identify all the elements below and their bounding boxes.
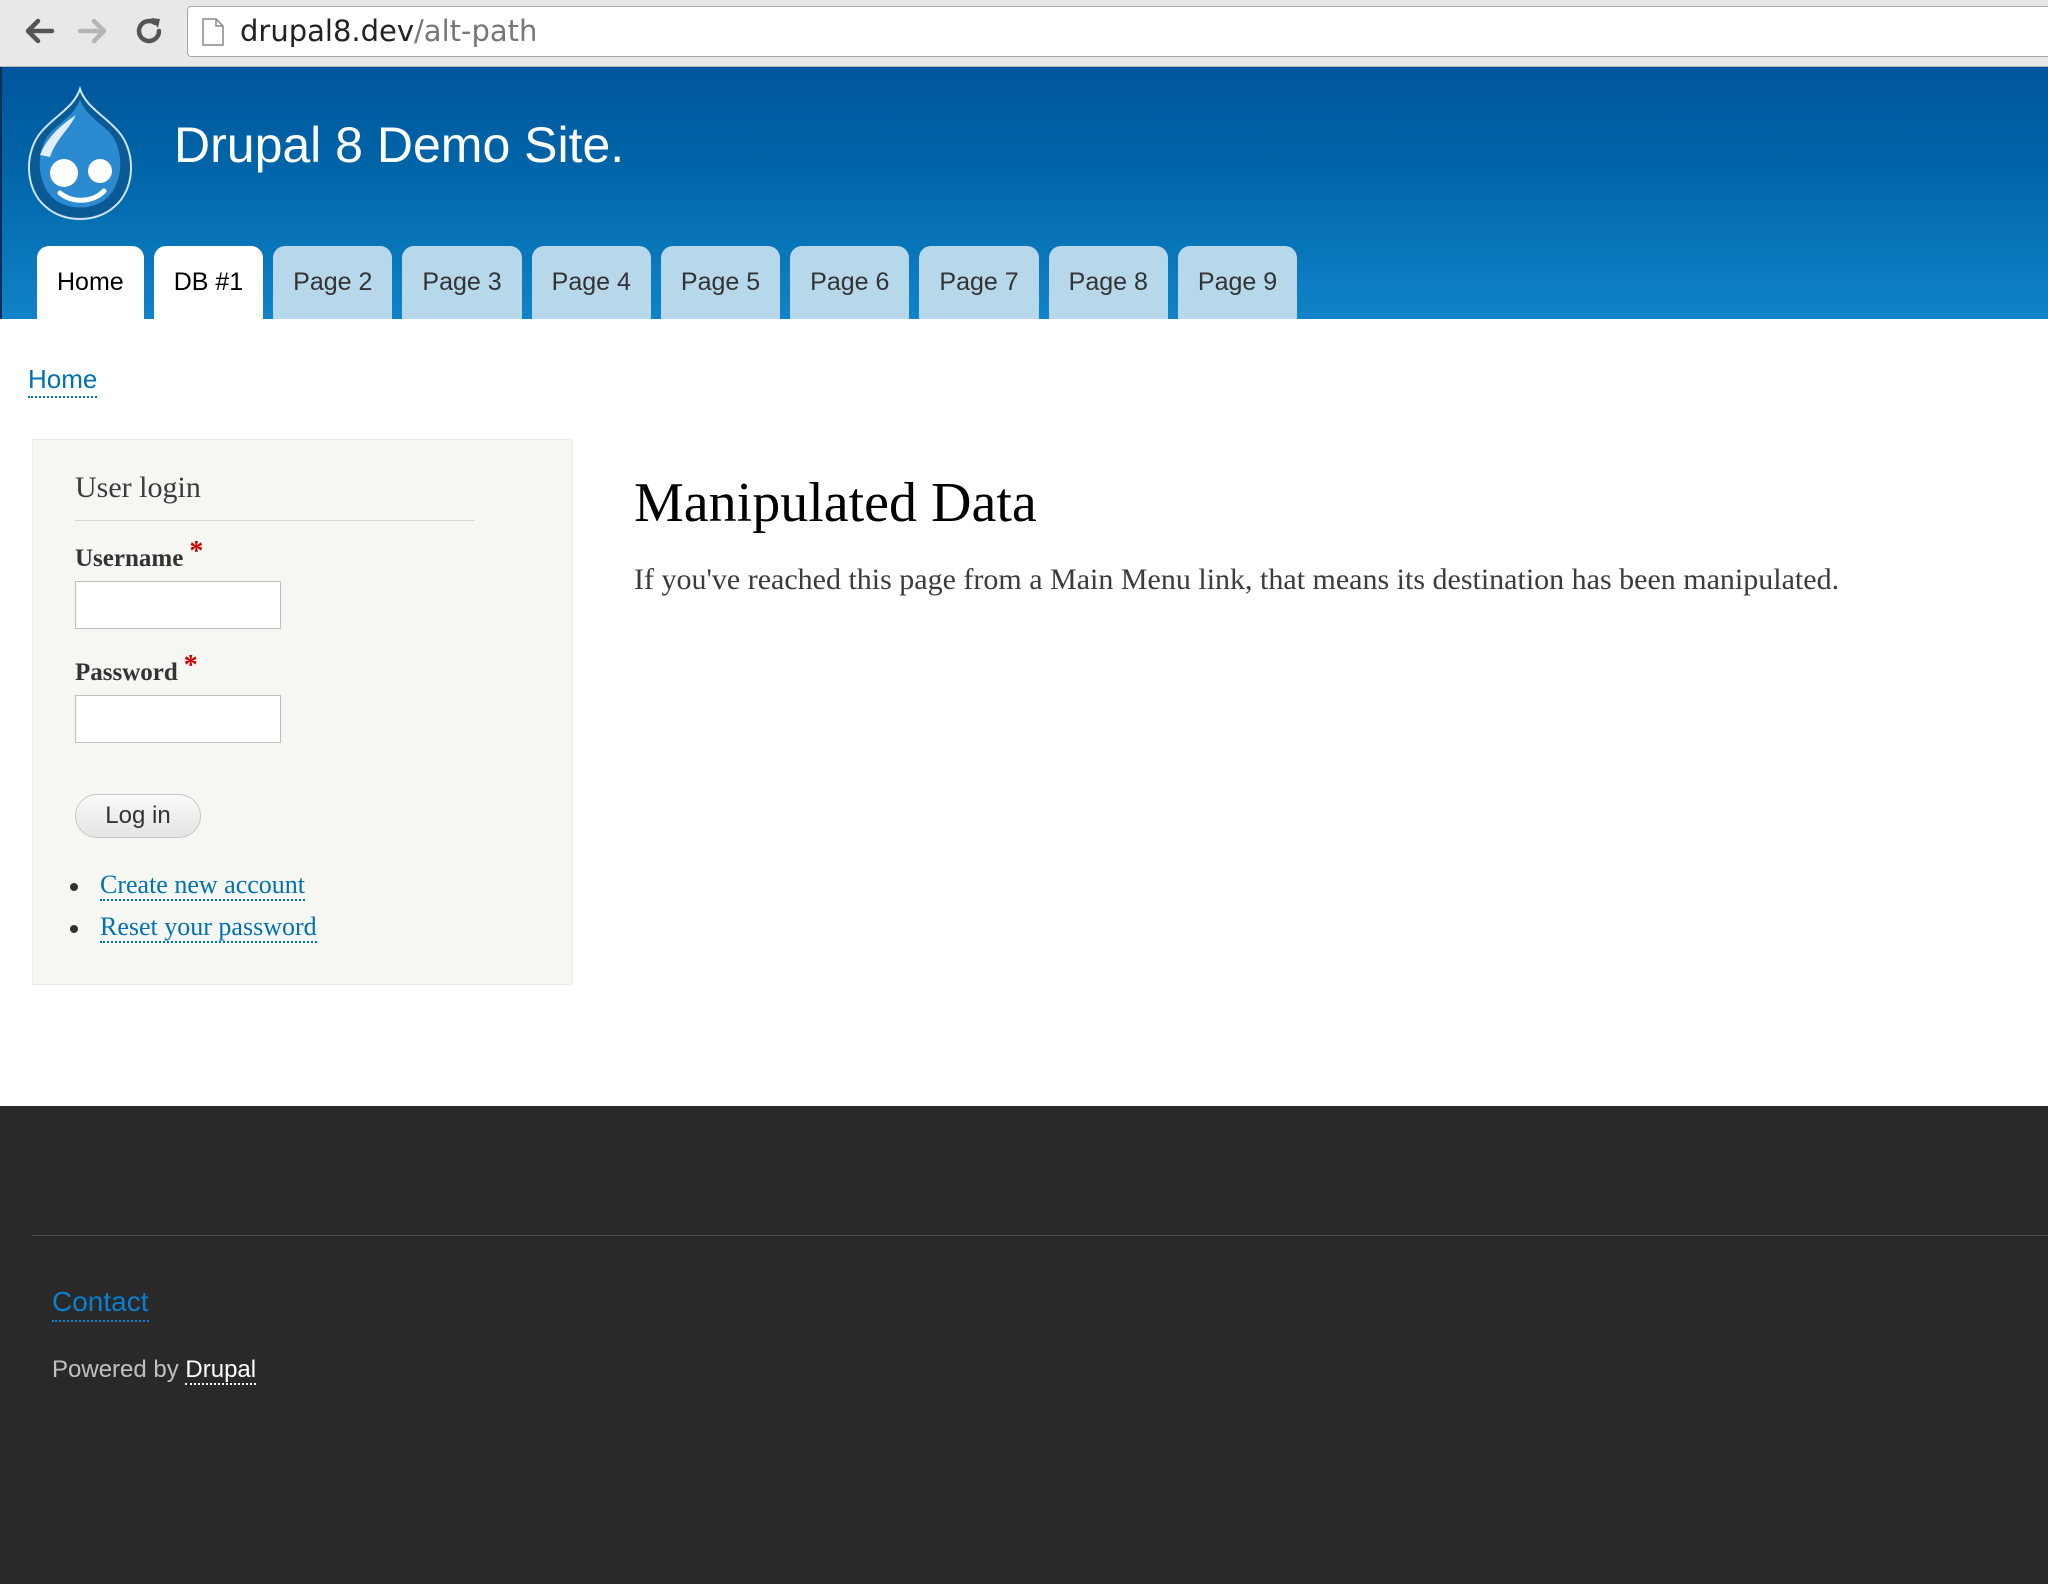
tab-page-8[interactable]: Page 8 — [1048, 246, 1168, 319]
drupal-drop-logo[interactable] — [20, 85, 140, 223]
arrow-right-icon — [77, 18, 107, 44]
password-label: Password * — [75, 650, 198, 688]
footer-divider — [32, 1235, 2048, 1236]
username-label-text: Username — [75, 545, 184, 572]
password-input[interactable] — [75, 695, 281, 743]
page-title: Manipulated Data — [634, 472, 1037, 534]
contact-link[interactable]: Contact — [52, 1284, 149, 1322]
url-host: drupal8.dev — [240, 14, 415, 48]
url-text[interactable]: drupal8.dev/alt-path — [240, 13, 537, 49]
page-body-text: If you've reached this page from a Main … — [634, 563, 1840, 596]
tab-page-5[interactable]: Page 5 — [660, 246, 781, 319]
back-button[interactable] — [18, 10, 60, 52]
forward-button[interactable] — [72, 10, 114, 52]
login-links: Create new account Reset your password — [65, 868, 317, 952]
username-label: Username * — [75, 536, 203, 574]
tab-page-9[interactable]: Page 9 — [1177, 246, 1298, 319]
log-in-button[interactable]: Log in — [75, 794, 201, 838]
tab-home[interactable]: Home — [37, 246, 144, 319]
site-footer: Contact Powered by Drupal — [0, 1106, 2048, 1584]
username-input[interactable] — [75, 581, 281, 629]
password-label-text: Password — [75, 659, 178, 686]
drupal-link[interactable]: Drupal — [185, 1356, 257, 1385]
breadcrumb-home-link[interactable]: Home — [28, 362, 98, 398]
tab-page-4[interactable]: Page 4 — [531, 246, 651, 319]
list-item: Reset your password — [65, 910, 317, 952]
url-path: /alt-path — [414, 14, 538, 48]
browser-toolbar: drupal8.dev/alt-path — [0, 0, 2048, 67]
reload-icon — [136, 18, 162, 44]
required-marker: * — [183, 650, 198, 681]
site-name[interactable]: Drupal 8 Demo Site. — [174, 115, 624, 175]
tab-page-6[interactable]: Page 6 — [790, 246, 910, 319]
address-bar[interactable]: drupal8.dev/alt-path — [187, 6, 2048, 57]
powered-by-text: Powered by Drupal — [52, 1354, 257, 1386]
tab-page-2[interactable]: Page 2 — [273, 246, 393, 319]
tab-page-3[interactable]: Page 3 — [402, 246, 522, 319]
list-item: Create new account — [65, 868, 317, 910]
page-icon — [202, 18, 224, 46]
main-menu: Home DB #1 Page 2 Page 3 Page 4 Page 5 P… — [37, 246, 1307, 319]
tab-page-7[interactable]: Page 7 — [919, 246, 1039, 319]
reload-button[interactable] — [128, 10, 170, 52]
required-marker: * — [189, 536, 204, 567]
site-header: Drupal 8 Demo Site. Home DB #1 Page 2 Pa… — [0, 67, 2048, 319]
arrow-left-icon — [25, 18, 55, 44]
reset-password-link[interactable]: Reset your password — [100, 912, 317, 943]
create-account-link[interactable]: Create new account — [100, 870, 306, 901]
user-login-block: User login Username * Password * Log in Cr… — [32, 439, 573, 985]
block-title: User login — [75, 468, 475, 521]
tab-db-1[interactable]: DB #1 — [153, 246, 264, 319]
powered-by-prefix: Powered by — [52, 1356, 186, 1383]
